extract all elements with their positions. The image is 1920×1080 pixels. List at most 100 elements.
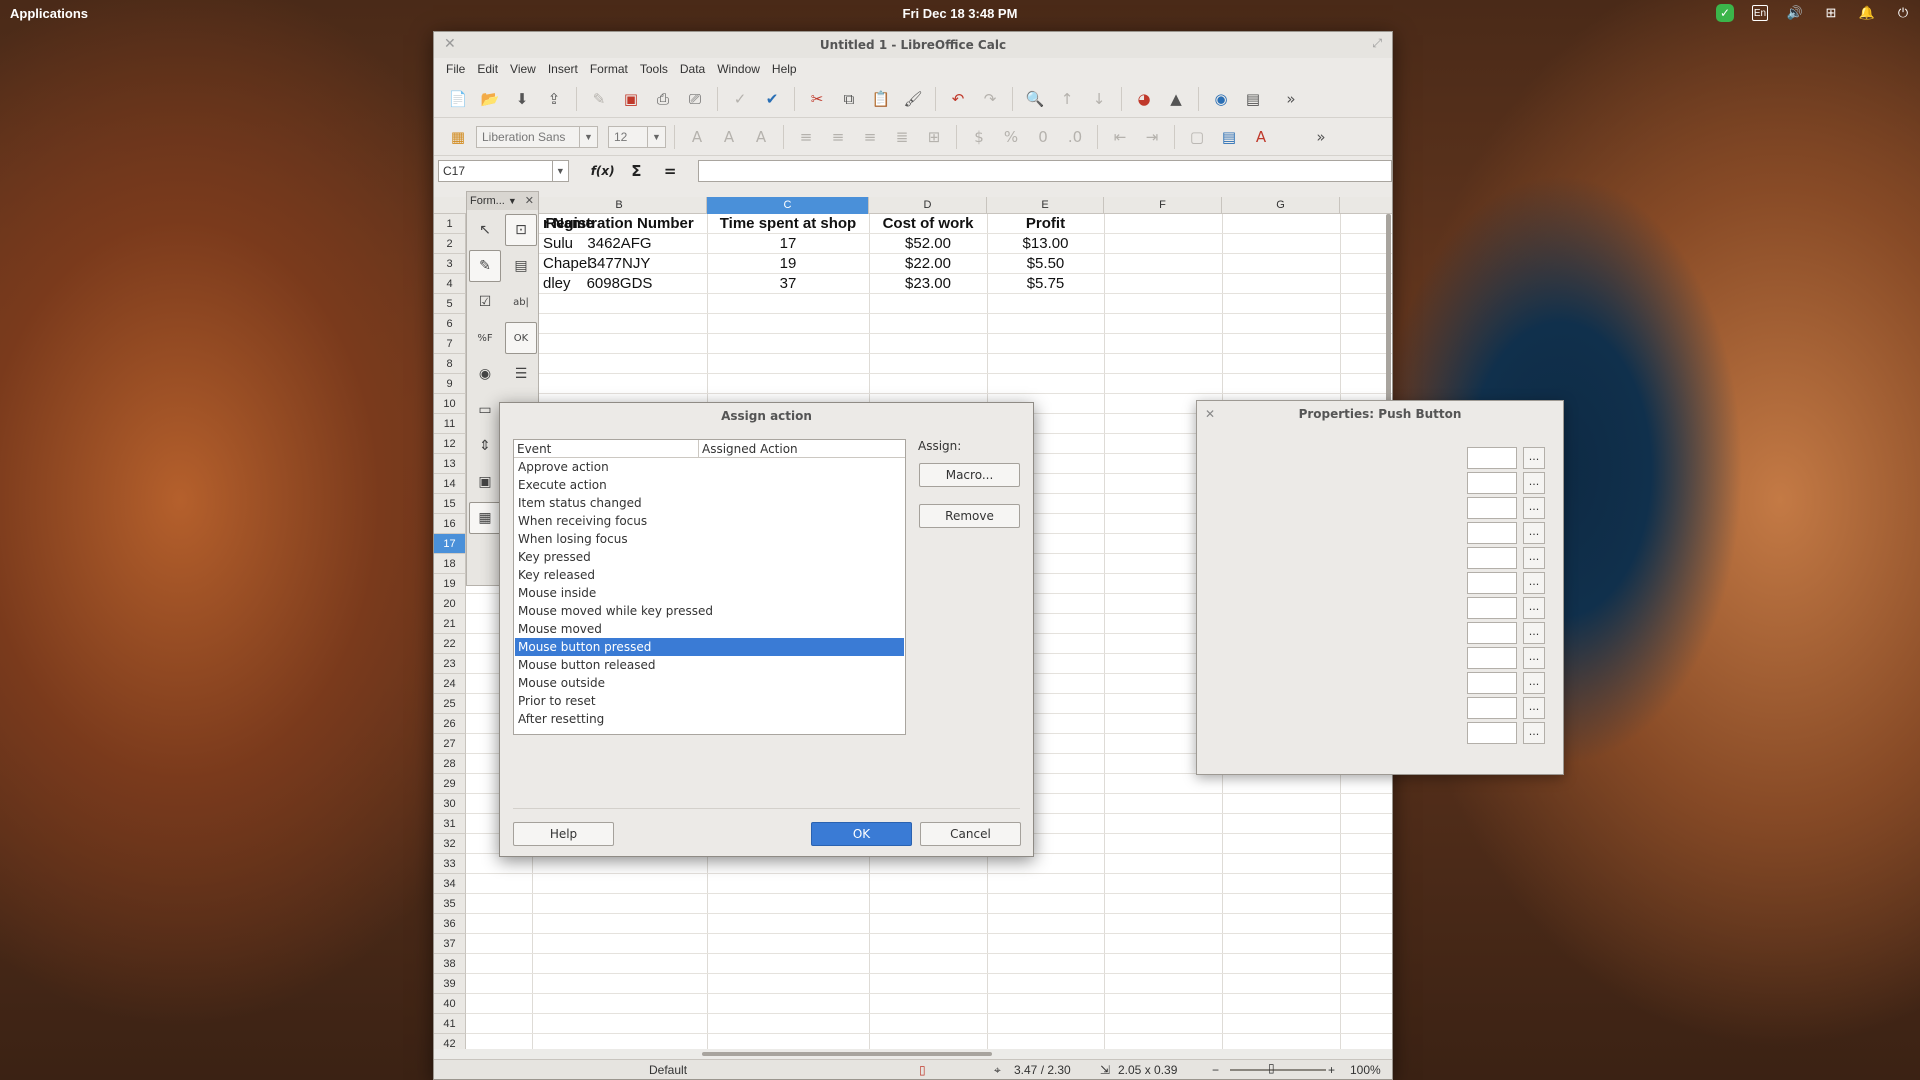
row-header-2[interactable]: 2 xyxy=(434,234,466,254)
event-when-receiving-focus[interactable]: When receiving focus xyxy=(515,512,904,530)
property-ellipsis-button[interactable]: ... xyxy=(1523,672,1545,694)
sum-icon[interactable]: Σ xyxy=(623,159,651,183)
form-properties-icon[interactable]: ▤ xyxy=(505,250,537,282)
cell-b2[interactable]: 3462AFG xyxy=(532,234,707,254)
menu-edit[interactable]: Edit xyxy=(471,62,504,76)
cell-b1[interactable]: Registration Number xyxy=(532,214,707,234)
column-header-f[interactable]: F xyxy=(1104,197,1222,214)
new-document-icon[interactable]: 📄 xyxy=(444,85,472,113)
formula-input[interactable] xyxy=(698,160,1392,182)
notification-bell-icon[interactable]: 🔔 xyxy=(1858,4,1876,22)
row-header-12[interactable]: 12 xyxy=(434,434,466,454)
row-header-4[interactable]: 4 xyxy=(434,274,466,294)
copy-icon[interactable]: ⧉ xyxy=(835,85,863,113)
save-icon[interactable]: ⬇ xyxy=(508,85,536,113)
row-header-5[interactable]: 5 xyxy=(434,294,466,314)
chevron-down-icon[interactable]: ▼ xyxy=(579,126,597,147)
window-maximize-icon[interactable]: ⤢ xyxy=(1372,36,1382,51)
font-size-combobox[interactable]: 12 ▼ xyxy=(608,125,666,148)
zoom-in-icon[interactable]: + xyxy=(1328,1063,1335,1077)
row-header-26[interactable]: 26 xyxy=(434,714,466,734)
cell-c2[interactable]: 17 xyxy=(707,234,869,254)
insert-chart-icon[interactable]: ◕ xyxy=(1130,85,1158,113)
chevron-down-icon[interactable]: ▼ xyxy=(647,126,665,147)
menu-window[interactable]: Window xyxy=(711,62,766,76)
row-header-16[interactable]: 16 xyxy=(434,514,466,534)
event-item-status-changed[interactable]: Item status changed xyxy=(515,494,904,512)
number-format-icon[interactable]: 0 xyxy=(1029,123,1057,151)
menu-data[interactable]: Data xyxy=(674,62,711,76)
property-ellipsis-button[interactable]: ... xyxy=(1523,722,1545,744)
property-field[interactable] xyxy=(1467,472,1517,494)
sort-descending-icon[interactable]: ↓ xyxy=(1085,85,1113,113)
text-box-icon[interactable]: ab| xyxy=(505,286,537,318)
push-button-icon[interactable]: OK xyxy=(505,322,537,354)
check-shield-icon[interactable]: ✓ xyxy=(1716,4,1734,22)
cut-icon[interactable]: ✂ xyxy=(803,85,831,113)
export-pdf-icon[interactable]: ▣ xyxy=(617,85,645,113)
row-header-30[interactable]: 30 xyxy=(434,794,466,814)
row-header-37[interactable]: 37 xyxy=(434,934,466,954)
row-header-41[interactable]: 41 xyxy=(434,1014,466,1034)
find-replace-icon[interactable]: 🔍 xyxy=(1021,85,1049,113)
undo-icon[interactable]: ↶ xyxy=(944,85,972,113)
macro-button[interactable]: Macro... xyxy=(919,463,1020,487)
row-header-19[interactable]: 19 xyxy=(434,574,466,594)
row-header-6[interactable]: 6 xyxy=(434,314,466,334)
row-header-18[interactable]: 18 xyxy=(434,554,466,574)
row-header-8[interactable]: 8 xyxy=(434,354,466,374)
cell-b4[interactable]: 6098GDS xyxy=(532,274,707,294)
event-mouse-moved-while-key-pressed[interactable]: Mouse moved while key pressed xyxy=(515,602,904,620)
event-approve-action[interactable]: Approve action xyxy=(515,458,904,476)
event-prior-to-reset[interactable]: Prior to reset xyxy=(515,692,904,710)
row-header-13[interactable]: 13 xyxy=(434,454,466,474)
property-ellipsis-button[interactable]: ... xyxy=(1523,697,1545,719)
event-key-pressed[interactable]: Key pressed xyxy=(515,548,904,566)
property-field[interactable] xyxy=(1467,572,1517,594)
background-color-icon[interactable]: ▤ xyxy=(1215,123,1243,151)
row-header-24[interactable]: 24 xyxy=(434,674,466,694)
decrease-indent-icon[interactable]: ⇤ xyxy=(1106,123,1134,151)
event-after-resetting[interactable]: After resetting xyxy=(515,710,904,728)
cell-b3[interactable]: 3477NJY xyxy=(532,254,707,274)
event-mouse-button-released[interactable]: Mouse button released xyxy=(515,656,904,674)
event-mouse-moved[interactable]: Mouse moved xyxy=(515,620,904,638)
assign-action-title[interactable]: Assign action xyxy=(500,403,1033,429)
row-header-21[interactable]: 21 xyxy=(434,614,466,634)
row-header-11[interactable]: 11 xyxy=(434,414,466,434)
property-ellipsis-button[interactable]: ... xyxy=(1523,647,1545,669)
property-field[interactable] xyxy=(1467,722,1517,744)
sort-ascending-icon[interactable]: ↑ xyxy=(1053,85,1081,113)
column-header-e[interactable]: E xyxy=(987,197,1104,214)
spin-button-icon[interactable]: ⇕ xyxy=(469,430,501,462)
formatted-field-icon[interactable]: %F xyxy=(469,322,501,354)
property-field[interactable] xyxy=(1467,697,1517,719)
property-field[interactable] xyxy=(1467,447,1517,469)
clone-formatting-icon[interactable]: 🖌 xyxy=(899,85,927,113)
navigator-icon[interactable]: ◉ xyxy=(1207,85,1235,113)
cell-e4[interactable]: $5.75 xyxy=(987,274,1104,294)
row-header-14[interactable]: 14 xyxy=(434,474,466,494)
cell-e1[interactable]: Profit xyxy=(987,214,1104,234)
close-icon[interactable]: ✕ xyxy=(525,192,534,210)
column-header-d[interactable]: D xyxy=(869,197,987,214)
property-field[interactable] xyxy=(1467,647,1517,669)
justify-icon[interactable]: ≣ xyxy=(888,123,916,151)
spellcheck-icon[interactable]: ✓ xyxy=(726,85,754,113)
cancel-button[interactable]: Cancel xyxy=(920,822,1021,846)
row-header-22[interactable]: 22 xyxy=(434,634,466,654)
power-icon[interactable]: ⏻ xyxy=(1894,4,1912,22)
close-icon[interactable]: ✕ xyxy=(1205,401,1215,427)
property-ellipsis-button[interactable]: ... xyxy=(1523,547,1545,569)
chevron-down-icon[interactable]: ▼ xyxy=(508,196,517,206)
row-header-10[interactable]: 10 xyxy=(434,394,466,414)
property-ellipsis-button[interactable]: ... xyxy=(1523,497,1545,519)
font-name-combobox[interactable]: Liberation Sans ▼ xyxy=(476,125,598,148)
row-header-29[interactable]: 29 xyxy=(434,774,466,794)
cell-d3[interactable]: $22.00 xyxy=(869,254,987,274)
row-header-1[interactable]: 1 xyxy=(434,214,466,234)
increase-indent-icon[interactable]: ⇥ xyxy=(1138,123,1166,151)
function-wizard-icon[interactable]: f(x) xyxy=(589,159,617,183)
menu-insert[interactable]: Insert xyxy=(542,62,584,76)
print-preview-icon[interactable]: ⎚ xyxy=(681,85,709,113)
